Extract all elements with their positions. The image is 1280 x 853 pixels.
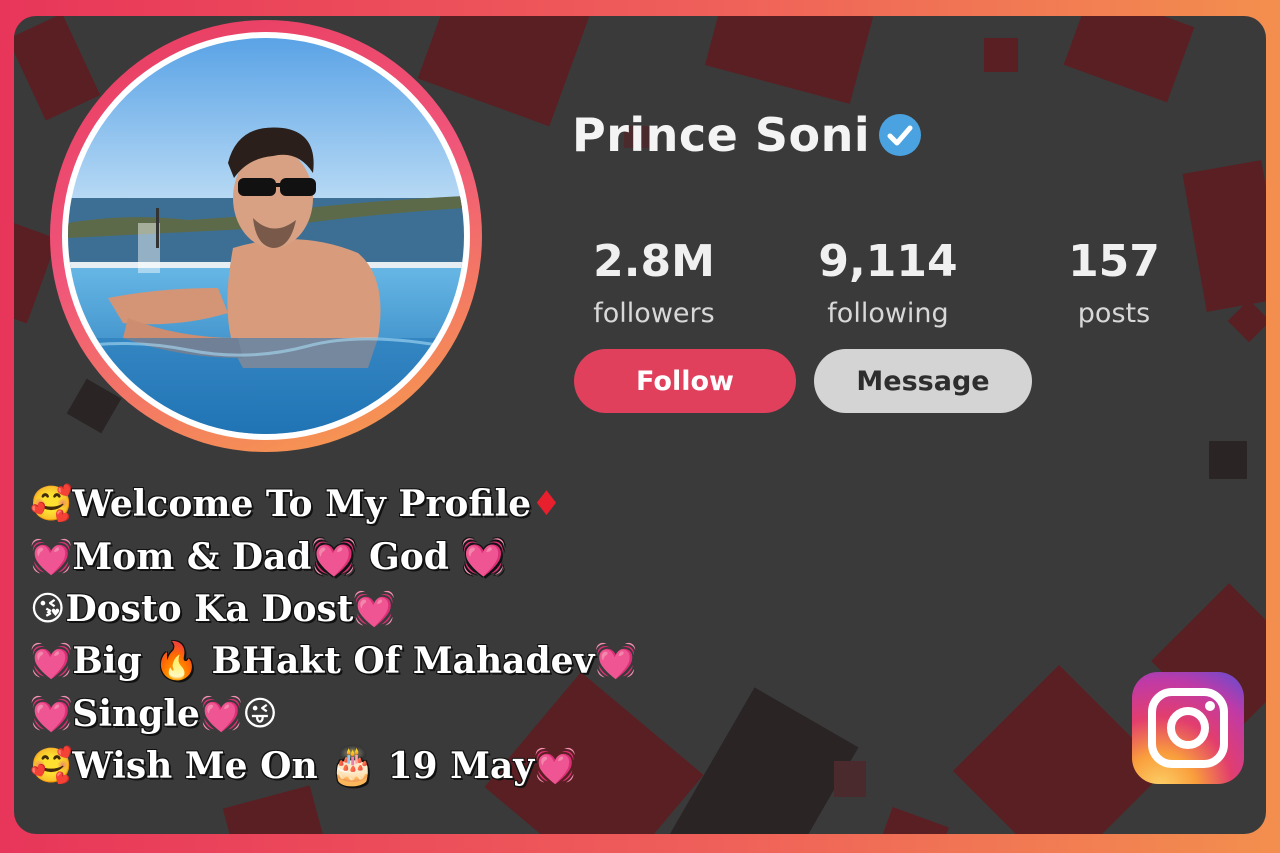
emoji: 💓😜 xyxy=(199,693,278,734)
bio-text: Mom & Dad xyxy=(72,535,312,578)
bio: 🥰 Welcome To My Profile ♦ 💓 Mom & Dad 💓 God … xyxy=(30,478,637,792)
bg-shape xyxy=(1182,160,1266,312)
stat-posts[interactable]: 157 posts xyxy=(1062,236,1166,330)
bg-shape xyxy=(984,38,1018,72)
bg-shape xyxy=(704,16,874,104)
emoji: 💓 xyxy=(594,641,637,682)
stat-label: followers xyxy=(593,298,715,329)
emoji: 💓 xyxy=(30,641,73,682)
profile-name-row: Prince Soni xyxy=(572,108,922,162)
stat-value: 9,114 xyxy=(818,236,958,287)
stat-value: 157 xyxy=(1068,236,1160,287)
bio-line: 💓 Single 💓😜 xyxy=(30,688,637,740)
bio-line: 😘 Dosto Ka Dost 💓 xyxy=(30,583,637,635)
bg-shape xyxy=(834,761,866,797)
bg-shape xyxy=(878,806,950,834)
avatar[interactable] xyxy=(68,38,464,434)
bg-shape xyxy=(1209,441,1247,479)
stat-following[interactable]: 9,114 following xyxy=(806,236,970,330)
bio-line: 💓 Big 🔥 BHakt Of Mahadev 💓 xyxy=(30,635,637,687)
emoji: 💓 xyxy=(534,746,577,787)
bio-text: 💓 God 💓 xyxy=(311,535,507,578)
emoji: 💓 xyxy=(30,536,73,577)
emoji: 😘 xyxy=(30,588,66,629)
message-button[interactable]: Message xyxy=(814,349,1032,413)
bg-shape xyxy=(14,16,101,121)
bg-shape xyxy=(417,16,591,127)
emoji: ♦ xyxy=(531,484,562,525)
bio-text: Wish Me On 🎂 19 May xyxy=(72,745,535,788)
emoji: 🥰 xyxy=(30,484,73,525)
instagram-logo-icon[interactable] xyxy=(1130,670,1246,786)
bio-text: Big 🔥 BHakt Of Mahadev xyxy=(72,640,595,683)
stat-value: 2.8M xyxy=(593,236,715,287)
bg-shape xyxy=(1063,16,1195,103)
emoji: 💓 xyxy=(353,588,396,629)
bg-shape xyxy=(222,785,326,834)
bio-line: 🥰 Welcome To My Profile ♦ xyxy=(30,478,637,530)
stat-label: posts xyxy=(1077,298,1151,329)
stat-label: following xyxy=(827,298,949,329)
bio-line: 💓 Mom & Dad 💓 God 💓 xyxy=(30,530,637,582)
profile-photo xyxy=(68,38,464,434)
bio-text: Welcome To My Profile xyxy=(72,483,532,526)
emoji: 🥰 xyxy=(30,746,73,787)
bio-text: Single xyxy=(72,692,200,735)
bg-shape xyxy=(669,687,859,834)
bio-line: 🥰 Wish Me On 🎂 19 May 💓 xyxy=(30,740,637,792)
bio-text: Dosto Ka Dost xyxy=(65,587,354,630)
verified-check-icon xyxy=(879,114,922,156)
stat-followers[interactable]: 2.8M followers xyxy=(574,236,734,330)
profile-name: Prince Soni xyxy=(572,108,871,162)
emoji: 💓 xyxy=(30,693,73,734)
follow-button[interactable]: Follow xyxy=(574,349,796,413)
